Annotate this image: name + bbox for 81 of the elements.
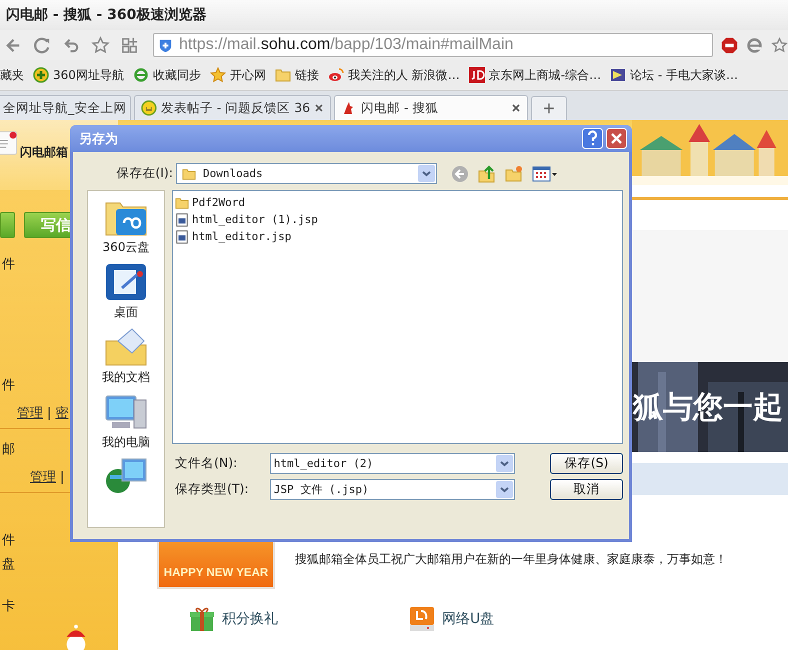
chevron-icon[interactable]	[496, 480, 514, 498]
sidebar-text: |	[60, 470, 64, 484]
bookmark-item[interactable]: 京东网上商城-综合…	[468, 66, 602, 84]
bookmark-item[interactable]: 360网址导航	[33, 66, 124, 84]
sidebar-link[interactable]: 管理	[30, 468, 56, 486]
folder-icon	[175, 196, 189, 210]
sidebar-text: 件	[2, 532, 15, 549]
sidebar-text: 卡	[2, 598, 15, 615]
filename-field[interactable]: html_editor (2)	[270, 452, 516, 474]
save-in-label: 保存在(I):	[115, 165, 174, 182]
star-icon[interactable]	[771, 36, 788, 54]
grid-icon[interactable]	[120, 36, 139, 54]
e-icon[interactable]	[746, 36, 763, 54]
smiley-icon	[141, 100, 157, 116]
dialog-title: 另存为	[79, 130, 119, 148]
chevron-icon[interactable]	[496, 454, 514, 472]
bookmark-item[interactable]: 开心网	[210, 66, 266, 84]
new-folder-icon[interactable]	[505, 164, 523, 182]
desktop-icon	[104, 262, 148, 302]
file-type-label: 保存类型(T):	[174, 480, 250, 498]
jd-logo-icon	[468, 67, 485, 83]
back-icon[interactable]	[451, 164, 469, 182]
close-icon[interactable]	[314, 103, 324, 113]
shortcut-link[interactable]: 网络U盘	[408, 605, 494, 633]
filename-label: 文件名(N):	[174, 454, 238, 472]
sidebar-text: 件	[2, 377, 15, 394]
banner-text: 狐与您一起	[633, 388, 783, 426]
star-icon[interactable]	[91, 36, 110, 54]
new-tab-button[interactable]: +	[531, 96, 567, 120]
place-item[interactable]: 我的文档	[102, 327, 150, 386]
gift-icon	[188, 605, 216, 633]
bookmark-item[interactable]: 链接	[274, 66, 319, 84]
close-icon[interactable]	[511, 103, 521, 113]
location-dropdown[interactable]: Downloads	[176, 163, 437, 184]
document-icon	[175, 212, 189, 226]
sidebar-text: |	[47, 406, 52, 420]
place-item[interactable]: 我的电脑	[102, 392, 150, 451]
save-button[interactable]: 保存(S)	[550, 452, 623, 474]
folder-up-icon[interactable]	[478, 164, 496, 182]
bookmark-item[interactable]: 藏夹	[0, 66, 24, 84]
cancel-button[interactable]: 取消	[550, 478, 623, 500]
flag-icon	[610, 67, 626, 83]
eye-icon	[328, 67, 344, 83]
new-year-text: HAPPY NEW YEAR	[164, 567, 268, 579]
folder-icon	[181, 166, 197, 180]
shield-icon	[158, 38, 173, 52]
sidebar-button[interactable]	[0, 212, 15, 238]
browser-tab[interactable]: 闪电邮 - 搜狐	[334, 95, 528, 120]
bookmark-item[interactable]: 收藏同步	[132, 66, 201, 84]
greeting-message: 搜狐邮箱全体员工祝广大邮箱用户在新的一年里身体健康、家庭康泰，万事如意！	[295, 551, 727, 568]
document-icon	[175, 230, 189, 244]
address-field[interactable]: https://mail.sohu.com/bapp/103/main#mailMain	[153, 33, 713, 57]
bookmark-item[interactable]: 我关注的人 新浪微…	[328, 66, 460, 84]
place-item[interactable]: 桌面	[104, 262, 148, 321]
file-item[interactable]: html_editor (1).jsp	[175, 211, 620, 228]
stop-sign-icon[interactable]	[721, 36, 738, 54]
browser-tab[interactable]: 全网址导航_安全上网	[0, 95, 131, 120]
file-item[interactable]: Pdf2Word	[175, 194, 620, 211]
file-type-dropdown[interactable]: JSP 文件 (.jsp)	[270, 478, 516, 500]
sidebar-text: 邮	[2, 441, 15, 458]
browser-tab[interactable]: 发表帖子 - 问题反馈区 36	[134, 95, 331, 120]
folder-icon	[274, 67, 291, 83]
help-icon[interactable]	[582, 128, 603, 149]
bookmark-item[interactable]: 论坛 - 手电大家谈…	[610, 66, 738, 84]
drive-icon	[408, 605, 436, 633]
chevron-icon[interactable]	[418, 165, 435, 182]
shortcut-link[interactable]: 积分换礼	[188, 605, 278, 633]
logo-text: 闪电邮箱	[20, 144, 68, 161]
plus-icon	[33, 67, 49, 83]
star-icon	[210, 67, 226, 83]
refresh-icon[interactable]	[33, 36, 52, 54]
sidebar-link[interactable]: 密	[55, 404, 68, 422]
sidebar-text: 盘	[2, 556, 15, 573]
window-title: 闪电邮 - 搜狐 - 360极速浏览器	[6, 6, 206, 24]
sidebar-link[interactable]: 管理	[17, 404, 43, 422]
file-item[interactable]: html_editor.jsp	[175, 228, 620, 245]
e-icon	[132, 67, 149, 83]
place-item[interactable]: 360云盘	[102, 197, 150, 256]
documents-folder-icon	[104, 327, 148, 367]
sidebar-text: 件	[2, 256, 15, 273]
view-menu-icon[interactable]	[532, 164, 558, 182]
